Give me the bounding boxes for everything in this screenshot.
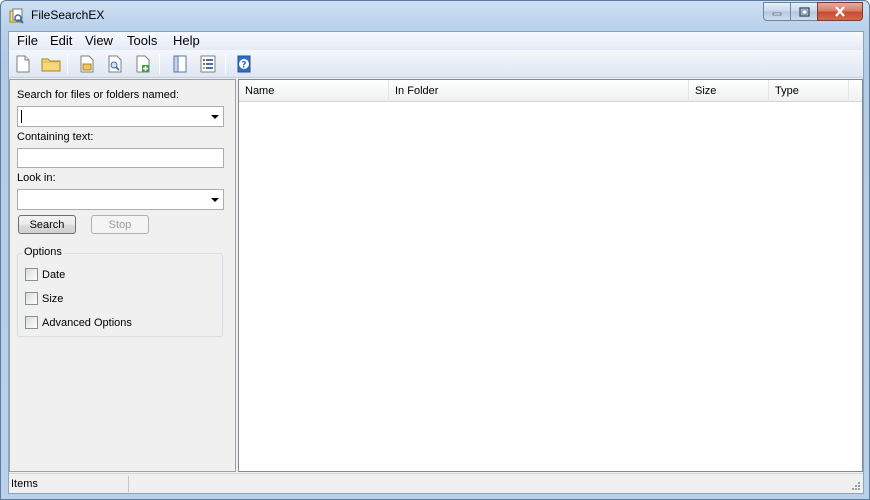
maximize-button[interactable] bbox=[790, 2, 817, 21]
help-icon: ? bbox=[237, 55, 251, 73]
add-file-icon bbox=[136, 55, 150, 73]
options-title: Options bbox=[22, 246, 64, 258]
search-name-label: Search for files or folders named: bbox=[17, 89, 180, 101]
app-window: FileSearchEX File Edit View Tools Help ?… bbox=[0, 0, 870, 500]
status-panel-empty bbox=[130, 476, 850, 492]
text-caret bbox=[21, 110, 22, 123]
menu-tools[interactable]: Tools bbox=[125, 33, 159, 48]
minimize-button[interactable] bbox=[763, 2, 790, 21]
minimize-icon bbox=[772, 12, 782, 15]
column-name[interactable]: Name bbox=[239, 80, 389, 102]
containing-text-input[interactable] bbox=[17, 148, 224, 168]
open-folder-icon bbox=[41, 58, 61, 72]
look-in-combo[interactable] bbox=[17, 189, 224, 210]
status-items: Items bbox=[9, 476, 129, 492]
title-bar[interactable]: FileSearchEX bbox=[1, 1, 869, 31]
close-button[interactable] bbox=[817, 2, 863, 21]
search-button[interactable]: Search bbox=[18, 215, 76, 234]
column-type[interactable]: Type bbox=[769, 80, 849, 102]
open-file-icon bbox=[80, 55, 94, 73]
new-file-icon bbox=[16, 55, 30, 73]
add-button[interactable] bbox=[132, 53, 154, 75]
menu-view[interactable]: View bbox=[83, 33, 115, 48]
results-header: Name In Folder Size Type bbox=[239, 80, 862, 102]
open-file-button[interactable] bbox=[76, 53, 98, 75]
menu-bar: File Edit View Tools Help bbox=[9, 32, 863, 50]
look-in-label: Look in: bbox=[17, 172, 56, 184]
size-option[interactable]: Size bbox=[25, 292, 63, 305]
containing-text-label: Containing text: bbox=[17, 131, 94, 143]
size-option-label: Size bbox=[42, 292, 64, 305]
toolbar-separator bbox=[159, 54, 160, 74]
toolbar: ? bbox=[9, 50, 863, 78]
toolbar-separator bbox=[67, 54, 68, 74]
menu-file[interactable]: File bbox=[15, 33, 40, 48]
find-button[interactable] bbox=[104, 53, 126, 75]
window-title: FileSearchEX bbox=[31, 8, 105, 22]
svg-text:?: ? bbox=[241, 61, 246, 71]
stop-button[interactable]: Stop bbox=[91, 215, 149, 234]
search-name-combo[interactable] bbox=[17, 106, 224, 127]
date-checkbox[interactable] bbox=[25, 268, 38, 281]
size-checkbox[interactable] bbox=[25, 292, 38, 305]
find-file-icon bbox=[108, 55, 122, 73]
details-view-icon bbox=[200, 55, 216, 73]
toolbar-separator bbox=[225, 54, 226, 74]
column-size[interactable]: Size bbox=[689, 80, 769, 102]
maximize-icon bbox=[798, 6, 810, 17]
date-option-label: Date bbox=[42, 268, 66, 281]
column-in-folder[interactable]: In Folder bbox=[389, 80, 689, 102]
window-controls bbox=[763, 2, 863, 21]
date-option[interactable]: Date bbox=[25, 268, 65, 281]
results-list[interactable]: Name In Folder Size Type bbox=[238, 79, 863, 472]
open-folder-button[interactable] bbox=[40, 53, 62, 75]
close-icon bbox=[835, 6, 845, 17]
client-area: File Edit View Tools Help ? Search for f… bbox=[8, 31, 864, 494]
search-pane: Search for files or folders named: Conta… bbox=[9, 79, 236, 472]
new-button[interactable] bbox=[12, 53, 34, 75]
status-bar: Items bbox=[9, 473, 863, 493]
details-view-button[interactable] bbox=[197, 53, 219, 75]
advanced-options-option[interactable]: Advanced Options bbox=[25, 316, 132, 329]
chevron-down-icon[interactable] bbox=[211, 115, 219, 119]
panel-view-icon bbox=[173, 55, 187, 73]
resize-grip-icon[interactable] bbox=[851, 481, 861, 491]
advanced-options-checkbox[interactable] bbox=[25, 316, 38, 329]
menu-help[interactable]: Help bbox=[171, 33, 202, 48]
help-button[interactable]: ? bbox=[233, 53, 255, 75]
menu-edit[interactable]: Edit bbox=[48, 33, 74, 48]
panel-view-button[interactable] bbox=[169, 53, 191, 75]
advanced-options-label: Advanced Options bbox=[42, 316, 132, 329]
chevron-down-icon[interactable] bbox=[211, 198, 219, 202]
app-icon bbox=[9, 8, 25, 24]
